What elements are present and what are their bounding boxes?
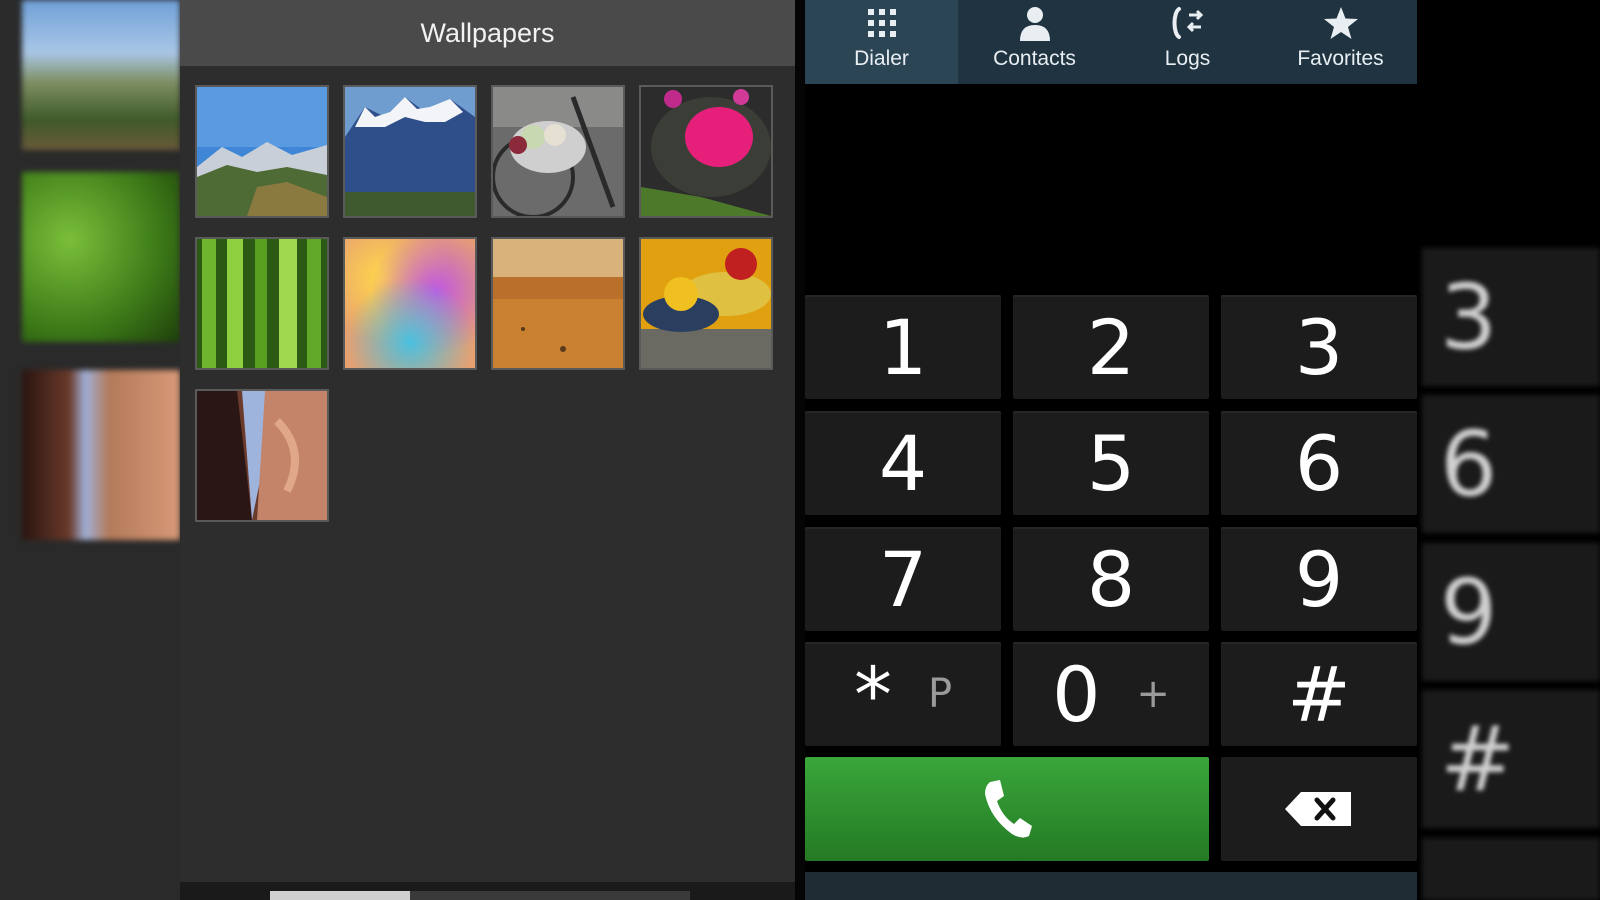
blurred-thumb-mountain xyxy=(22,0,180,150)
key-7[interactable]: 7 xyxy=(805,527,1001,631)
wallpapers-scroll-thumb[interactable] xyxy=(270,891,410,900)
blurred-thumb-forest xyxy=(22,172,180,342)
tab-logs-label: Logs xyxy=(1164,47,1211,70)
fruit-bowl-image xyxy=(641,239,771,368)
key-star-label: * xyxy=(853,649,892,739)
blurred-key-9-label: 9 xyxy=(1440,559,1498,665)
dial-number-display xyxy=(805,84,1417,294)
tab-dialer-label: Dialer xyxy=(854,47,909,70)
blurred-key-hash: # xyxy=(1422,690,1600,828)
panel-divider xyxy=(795,0,805,900)
blurred-key-3: 3 xyxy=(1422,248,1600,386)
phone-handset-icon xyxy=(985,780,1032,838)
key-5[interactable]: 5 xyxy=(1013,411,1209,515)
key-6[interactable]: 6 xyxy=(1221,411,1417,515)
wallpaper-thumb-canyon[interactable] xyxy=(195,389,329,522)
keypad-icon xyxy=(866,4,898,42)
wallpaper-thumb-snowy-mountains[interactable] xyxy=(343,85,477,218)
key-0-label: 0 xyxy=(1052,649,1101,739)
tab-logs[interactable]: Logs xyxy=(1111,0,1264,84)
phone-tab-bar: Dialer Contacts Logs Favorites xyxy=(805,0,1417,84)
background-wallpaper-strip xyxy=(0,0,180,900)
blurred-key-6: 6 xyxy=(1422,395,1600,533)
key-8[interactable]: 8 xyxy=(1013,527,1209,631)
blurred-key-6-label: 6 xyxy=(1440,411,1498,517)
key-4-label: 4 xyxy=(878,418,928,508)
key-1[interactable]: 1 xyxy=(805,295,1001,399)
blurred-key-9: 9 xyxy=(1422,543,1600,681)
wallpaper-thumb-mountain-valley[interactable] xyxy=(195,85,329,218)
blurred-keypad-strip: 3 6 9 # xyxy=(1417,0,1600,900)
key-3[interactable]: 3 xyxy=(1221,295,1417,399)
blurred-key-hash-label: # xyxy=(1440,706,1516,812)
wallpaper-thumb-fruit-bowl[interactable] xyxy=(639,237,773,370)
key-hash[interactable]: # xyxy=(1221,642,1417,746)
key-8-label: 8 xyxy=(1086,534,1136,624)
wallpaper-thumb-bicycle-basket[interactable] xyxy=(491,85,625,219)
mountain-valley-image xyxy=(197,87,327,216)
key-7-label: 7 xyxy=(878,534,928,624)
delete-button[interactable] xyxy=(1221,757,1417,861)
key-0[interactable]: 0 + xyxy=(1013,642,1209,746)
blurred-key-partial xyxy=(1422,838,1600,900)
key-6-label: 6 xyxy=(1294,418,1344,508)
key-hash-label: # xyxy=(1287,649,1351,739)
key-9[interactable]: 9 xyxy=(1221,527,1417,631)
backspace-icon xyxy=(1285,792,1351,826)
key-5-label: 5 xyxy=(1086,418,1136,508)
green-forest-image xyxy=(197,239,327,368)
wallpapers-panel: Wallpapers xyxy=(180,0,795,900)
colorful-blur-image xyxy=(345,239,475,368)
phone-dialer-panel: Dialer Contacts Logs Favorites 1 2 3 4 5… xyxy=(805,0,1417,900)
wallpapers-header: Wallpapers xyxy=(180,0,795,66)
key-1-label: 1 xyxy=(878,302,928,392)
key-0-sub-label: + xyxy=(1136,671,1170,717)
key-3-label: 3 xyxy=(1294,302,1344,392)
key-2-label: 2 xyxy=(1086,302,1136,392)
wallpapers-title: Wallpapers xyxy=(420,17,555,48)
phone-bottom-bar xyxy=(805,872,1417,900)
tab-contacts[interactable]: Contacts xyxy=(958,0,1111,84)
key-4[interactable]: 4 xyxy=(805,411,1001,515)
key-2[interactable]: 2 xyxy=(1013,295,1209,399)
call-log-icon xyxy=(1169,4,1207,42)
snowy-mountains-image xyxy=(345,87,475,216)
blurred-thumb-canyon xyxy=(22,370,180,540)
desert-image xyxy=(493,239,623,368)
wallpaper-thumb-pink-flowers[interactable] xyxy=(639,85,773,218)
wallpaper-thumb-green-forest[interactable] xyxy=(195,237,329,370)
person-icon xyxy=(1018,4,1052,42)
pink-flowers-image xyxy=(641,87,771,216)
tab-favorites[interactable]: Favorites xyxy=(1264,0,1417,84)
call-button[interactable] xyxy=(805,757,1209,861)
tab-dialer[interactable]: Dialer xyxy=(805,0,958,84)
wallpaper-thumb-colorful-blur[interactable] xyxy=(343,237,477,370)
key-9-label: 9 xyxy=(1294,534,1344,624)
bicycle-basket-image xyxy=(491,87,623,219)
tab-contacts-label: Contacts xyxy=(993,47,1076,70)
canyon-image xyxy=(197,391,327,520)
star-icon xyxy=(1323,4,1359,42)
key-star[interactable]: * P xyxy=(805,642,1001,746)
key-star-sub-label: P xyxy=(927,671,953,717)
tab-favorites-label: Favorites xyxy=(1297,47,1384,70)
blurred-key-3-label: 3 xyxy=(1440,264,1498,370)
wallpaper-thumb-desert[interactable] xyxy=(491,237,625,370)
